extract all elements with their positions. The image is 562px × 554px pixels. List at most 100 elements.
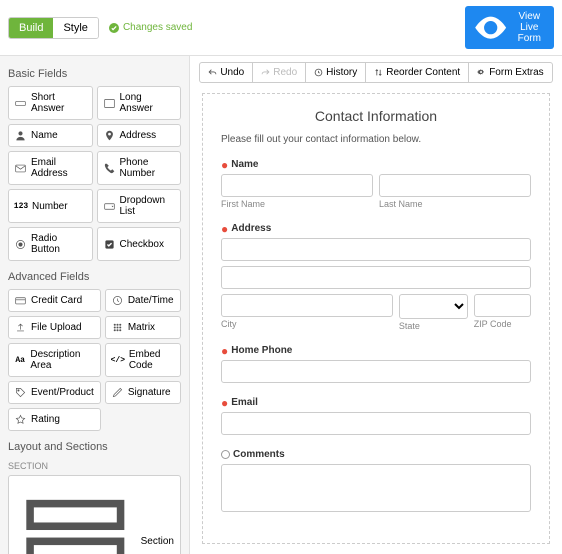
- state-select[interactable]: [399, 294, 468, 319]
- basic-fields-heading: Basic Fields: [8, 68, 181, 80]
- name-label: ●Name: [221, 159, 531, 170]
- canvas-toolbar: Undo Redo History Reorder Content Form E…: [190, 56, 562, 89]
- pin-icon: [104, 130, 115, 141]
- checkbox-icon: [104, 239, 115, 250]
- advanced-fields-heading: Advanced Fields: [8, 271, 181, 283]
- field-short-answer[interactable]: Short Answer: [8, 86, 93, 120]
- field-number[interactable]: 123Number: [8, 189, 93, 223]
- field-signature[interactable]: Signature: [105, 381, 181, 404]
- clock-icon: [112, 295, 123, 306]
- number-icon: 123: [15, 202, 27, 211]
- view-live-label: View Live Form: [513, 11, 546, 44]
- city-sublabel: City: [221, 319, 393, 329]
- field-embed[interactable]: </>Embed Code: [105, 343, 181, 377]
- phone-input[interactable]: [221, 360, 531, 383]
- history-icon: [314, 68, 323, 77]
- field-matrix[interactable]: Matrix: [105, 316, 181, 339]
- short-answer-icon: [15, 98, 26, 109]
- field-comments-block[interactable]: Comments: [221, 449, 531, 515]
- first-name-sublabel: First Name: [221, 199, 373, 209]
- field-file-upload[interactable]: File Upload: [8, 316, 101, 339]
- sidebar: Basic Fields Short Answer Long Answer Na…: [0, 56, 190, 554]
- envelope-icon: [15, 163, 26, 174]
- top-bar: Build Style Changes saved View Live Form: [0, 0, 562, 56]
- field-long-answer[interactable]: Long Answer: [97, 86, 182, 120]
- field-address[interactable]: Address: [97, 124, 182, 147]
- phone-icon: [104, 163, 115, 174]
- section-icon: [15, 481, 136, 554]
- city-input[interactable]: [221, 294, 393, 317]
- field-credit-card[interactable]: Credit Card: [8, 289, 101, 312]
- tag-icon: [15, 387, 26, 398]
- comments-textarea[interactable]: [221, 464, 531, 512]
- section-subheading: SECTION: [8, 461, 181, 471]
- redo-button[interactable]: Redo: [253, 62, 306, 83]
- code-icon: </>: [112, 356, 124, 365]
- history-button[interactable]: History: [306, 62, 366, 83]
- phone-label: ●Home Phone: [221, 345, 531, 356]
- layout-section[interactable]: Section: [8, 475, 181, 554]
- eye-icon: [473, 10, 508, 45]
- reorder-icon: [374, 68, 383, 77]
- undo-button[interactable]: Undo: [199, 62, 253, 83]
- field-email[interactable]: Email Address: [8, 151, 93, 185]
- field-description[interactable]: AaDescription Area: [8, 343, 101, 377]
- card-icon: [15, 295, 26, 306]
- reorder-button[interactable]: Reorder Content: [366, 62, 469, 83]
- person-icon: [15, 130, 26, 141]
- field-phone-block[interactable]: ●Home Phone: [221, 345, 531, 383]
- check-circle-icon: [109, 23, 119, 33]
- field-dropdown[interactable]: Dropdown List: [97, 189, 182, 223]
- radio-icon: [15, 239, 26, 250]
- address-line2-input[interactable]: [221, 266, 531, 289]
- comments-label: Comments: [221, 449, 531, 460]
- text-icon: Aa: [15, 356, 25, 365]
- dropdown-icon: [104, 201, 115, 212]
- form-area: Contact Information Please fill out your…: [190, 89, 562, 554]
- form-description: Please fill out your contact information…: [221, 134, 531, 145]
- upload-icon: [15, 322, 26, 333]
- field-checkbox[interactable]: Checkbox: [97, 227, 182, 261]
- field-phone[interactable]: Phone Number: [97, 151, 182, 185]
- field-rating[interactable]: Rating: [8, 408, 101, 431]
- long-answer-icon: [104, 98, 115, 109]
- last-name-sublabel: Last Name: [379, 199, 531, 209]
- advanced-fields-grid: Credit Card Date/Time File Upload Matrix…: [8, 289, 181, 431]
- star-icon: [15, 414, 26, 425]
- mode-tabs: Build Style: [8, 17, 99, 39]
- field-address-block[interactable]: ●Address City State ZIP Code: [221, 223, 531, 331]
- required-icon: ●: [221, 224, 228, 234]
- gear-icon: [477, 68, 486, 77]
- pen-icon: [112, 387, 123, 398]
- last-name-input[interactable]: [379, 174, 531, 197]
- field-email-block[interactable]: ●Email: [221, 397, 531, 435]
- field-name-block[interactable]: ●Name First Name Last Name: [221, 159, 531, 209]
- save-status: Changes saved: [109, 22, 193, 33]
- tab-style[interactable]: Style: [53, 18, 97, 38]
- save-status-text: Changes saved: [123, 22, 193, 33]
- basic-fields-grid: Short Answer Long Answer Name Address Em…: [8, 86, 181, 261]
- address-label: ●Address: [221, 223, 531, 234]
- redo-icon: [261, 68, 270, 77]
- email-label: ●Email: [221, 397, 531, 408]
- form-title: Contact Information: [221, 108, 531, 124]
- first-name-input[interactable]: [221, 174, 373, 197]
- email-input[interactable]: [221, 412, 531, 435]
- state-sublabel: State: [399, 321, 468, 331]
- optional-icon: [221, 450, 230, 459]
- grid-icon: [112, 322, 123, 333]
- field-radio[interactable]: Radio Button: [8, 227, 93, 261]
- field-name[interactable]: Name: [8, 124, 93, 147]
- field-datetime[interactable]: Date/Time: [105, 289, 181, 312]
- canvas: Undo Redo History Reorder Content Form E…: [190, 56, 562, 554]
- zip-sublabel: ZIP Code: [474, 319, 531, 329]
- required-icon: ●: [221, 346, 228, 356]
- tab-build[interactable]: Build: [9, 18, 53, 38]
- address-line1-input[interactable]: [221, 238, 531, 261]
- zip-input[interactable]: [474, 294, 531, 317]
- form-container[interactable]: Contact Information Please fill out your…: [202, 93, 550, 544]
- field-event[interactable]: Event/Product: [8, 381, 101, 404]
- undo-icon: [208, 68, 217, 77]
- view-live-button[interactable]: View Live Form: [465, 6, 554, 49]
- extras-button[interactable]: Form Extras: [469, 62, 552, 83]
